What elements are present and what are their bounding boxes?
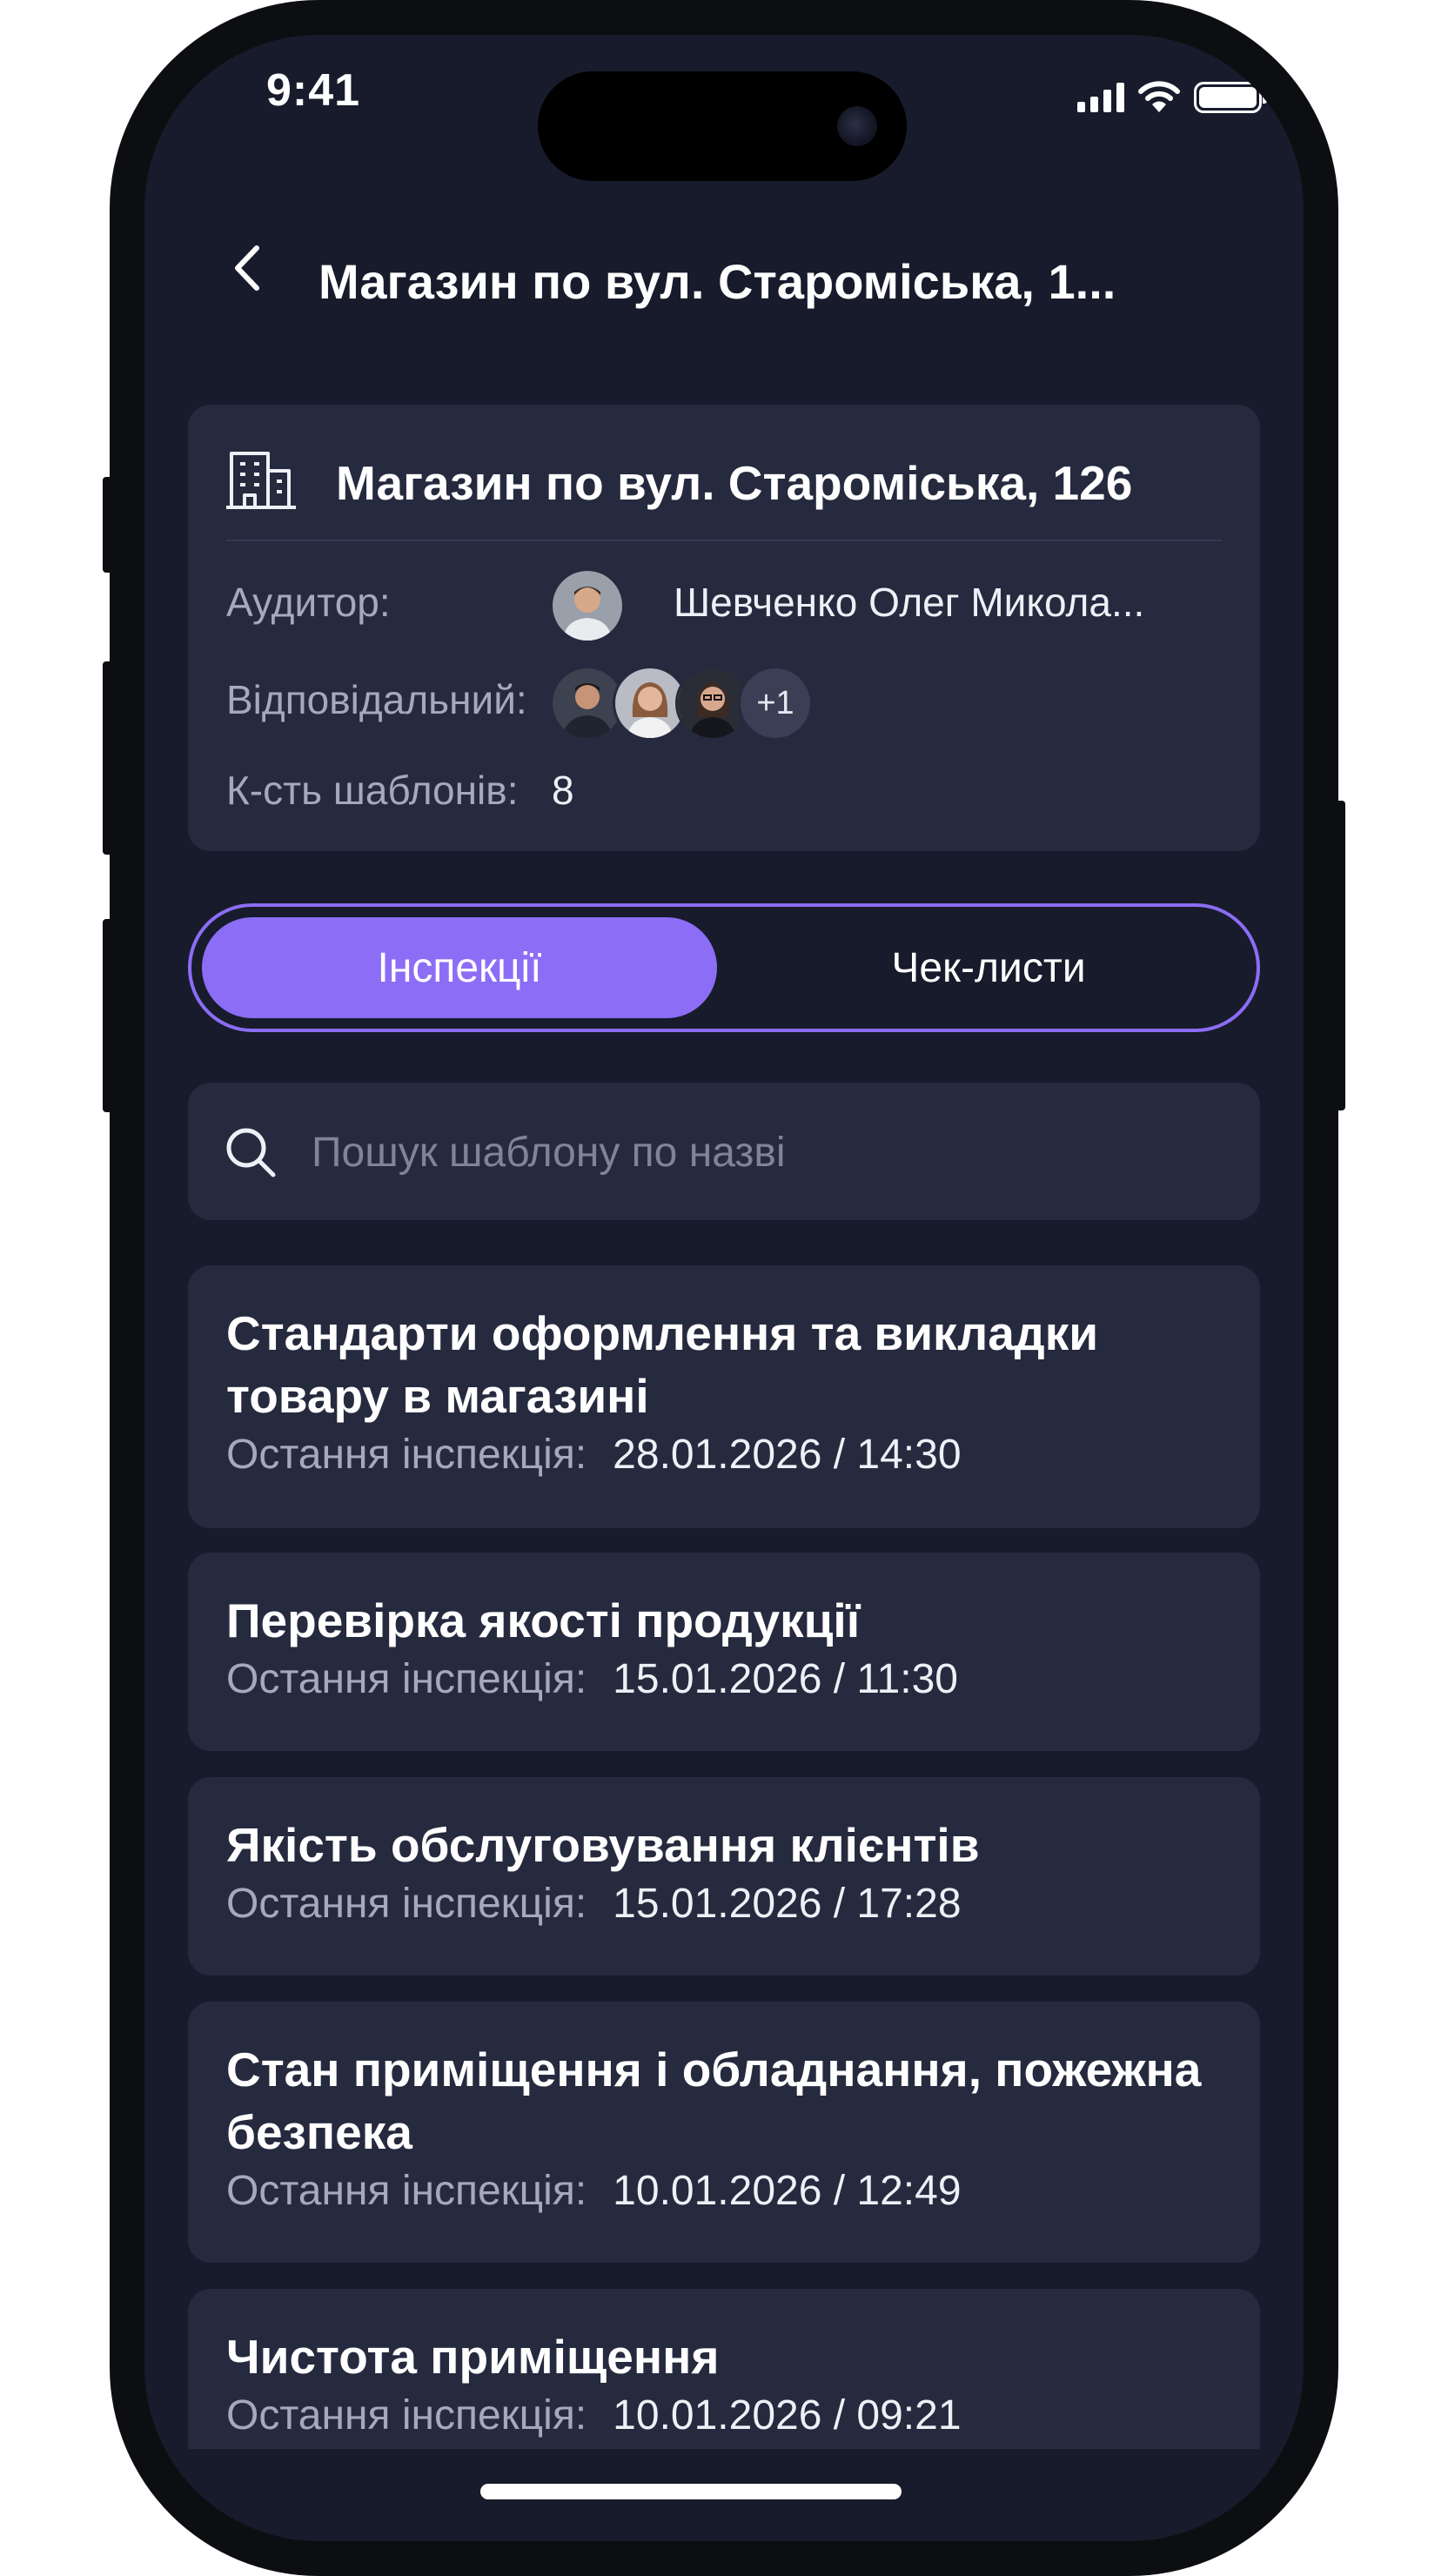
dynamic-island — [538, 71, 907, 181]
last-inspection-label: Остання інспекція: — [226, 1656, 587, 1702]
chevron-left-icon — [235, 245, 259, 291]
divider — [226, 540, 1222, 541]
last-inspection-label: Остання інспекція: — [226, 1432, 587, 1478]
status-time: 9:41 — [266, 65, 361, 116]
status-icons — [1077, 80, 1267, 115]
responsible-label: Відповідальний: — [226, 677, 527, 722]
template-title: Якість обслуговування клієнтів — [226, 1818, 980, 1872]
app-screen: 9:41 Магазин по вул. Староміська, 1... М… — [144, 35, 1304, 2541]
template-title: Чистота приміщення — [226, 2330, 720, 2384]
template-title: Стан приміщення і обладнання, пожежна бе… — [226, 2043, 1202, 2159]
page-title: Магазин по вул. Староміська, 1... — [318, 254, 1116, 309]
tab-inspections[interactable]: Інспекції — [202, 917, 717, 1018]
template-title: Перевірка якості продукції — [226, 1593, 861, 1647]
last-inspection-label: Остання інспекція: — [226, 1881, 587, 1927]
battery-icon — [1194, 82, 1267, 113]
auditor-avatar — [550, 568, 625, 643]
template-meta: Остання інспекція: 15.01.2026 / 17:28 — [226, 1880, 962, 1928]
last-inspection-date: 15.01.2026 / 11:30 — [613, 1656, 958, 1702]
signal-icon — [1077, 83, 1124, 112]
tabs-segmented-control: Інспекції Чек-листи — [188, 903, 1260, 1032]
last-inspection-date: 15.01.2026 / 17:28 — [613, 1881, 962, 1927]
front-camera — [837, 106, 877, 146]
last-inspection-label: Остання інспекція: — [226, 2168, 587, 2214]
template-title: Стандарти оформлення та викладки товару … — [226, 1306, 1099, 1423]
last-inspection-date: 28.01.2026 / 14:30 — [613, 1432, 962, 1478]
auditor-name: Шевченко Олег Микола... — [674, 580, 1145, 625]
search-input[interactable] — [310, 1121, 1218, 1184]
back-button[interactable] — [221, 233, 273, 303]
template-meta: Остання інспекція: 28.01.2026 / 14:30 — [226, 1431, 962, 1479]
home-indicator[interactable] — [480, 2484, 902, 2499]
templates-count: 8 — [552, 768, 574, 813]
wifi-icon — [1138, 81, 1180, 112]
search-bar[interactable] — [188, 1083, 1260, 1220]
template-list-item[interactable]: Якість обслуговування клієнтів Остання і… — [188, 1777, 1260, 1976]
template-meta: Остання інспекція: 15.01.2026 / 11:30 — [226, 1655, 958, 1703]
store-name: Магазин по вул. Староміська, 126 — [336, 456, 1133, 510]
last-inspection-label: Остання інспекція: — [226, 2392, 587, 2438]
template-meta: Остання інспекція: 10.01.2026 / 12:49 — [226, 2167, 962, 2215]
last-inspection-date: 10.01.2026 / 09:21 — [613, 2392, 962, 2438]
template-meta: Остання інспекція: 10.01.2026 / 09:21 — [226, 2392, 962, 2439]
template-list-item[interactable]: Перевірка якості продукції Остання інспе… — [188, 1553, 1260, 1751]
last-inspection-date: 10.01.2026 / 12:49 — [613, 2168, 962, 2214]
template-list-item[interactable]: Стандарти оформлення та викладки товару … — [188, 1265, 1260, 1528]
templates-count-label: К-сть шаблонів: — [226, 768, 519, 813]
template-list-item[interactable]: Стан приміщення і обладнання, пожежна бе… — [188, 2002, 1260, 2263]
more-responsible-badge[interactable]: +1 — [738, 666, 813, 741]
store-info-card: Магазин по вул. Староміська, 126 Аудитор… — [188, 405, 1260, 851]
tab-checklists[interactable]: Чек-листи — [731, 917, 1246, 1018]
search-icon — [226, 1128, 276, 1177]
building-icon — [226, 452, 296, 509]
phone-frame: 9:41 Магазин по вул. Староміська, 1... М… — [110, 0, 1338, 2576]
auditor-label: Аудитор: — [226, 580, 391, 625]
